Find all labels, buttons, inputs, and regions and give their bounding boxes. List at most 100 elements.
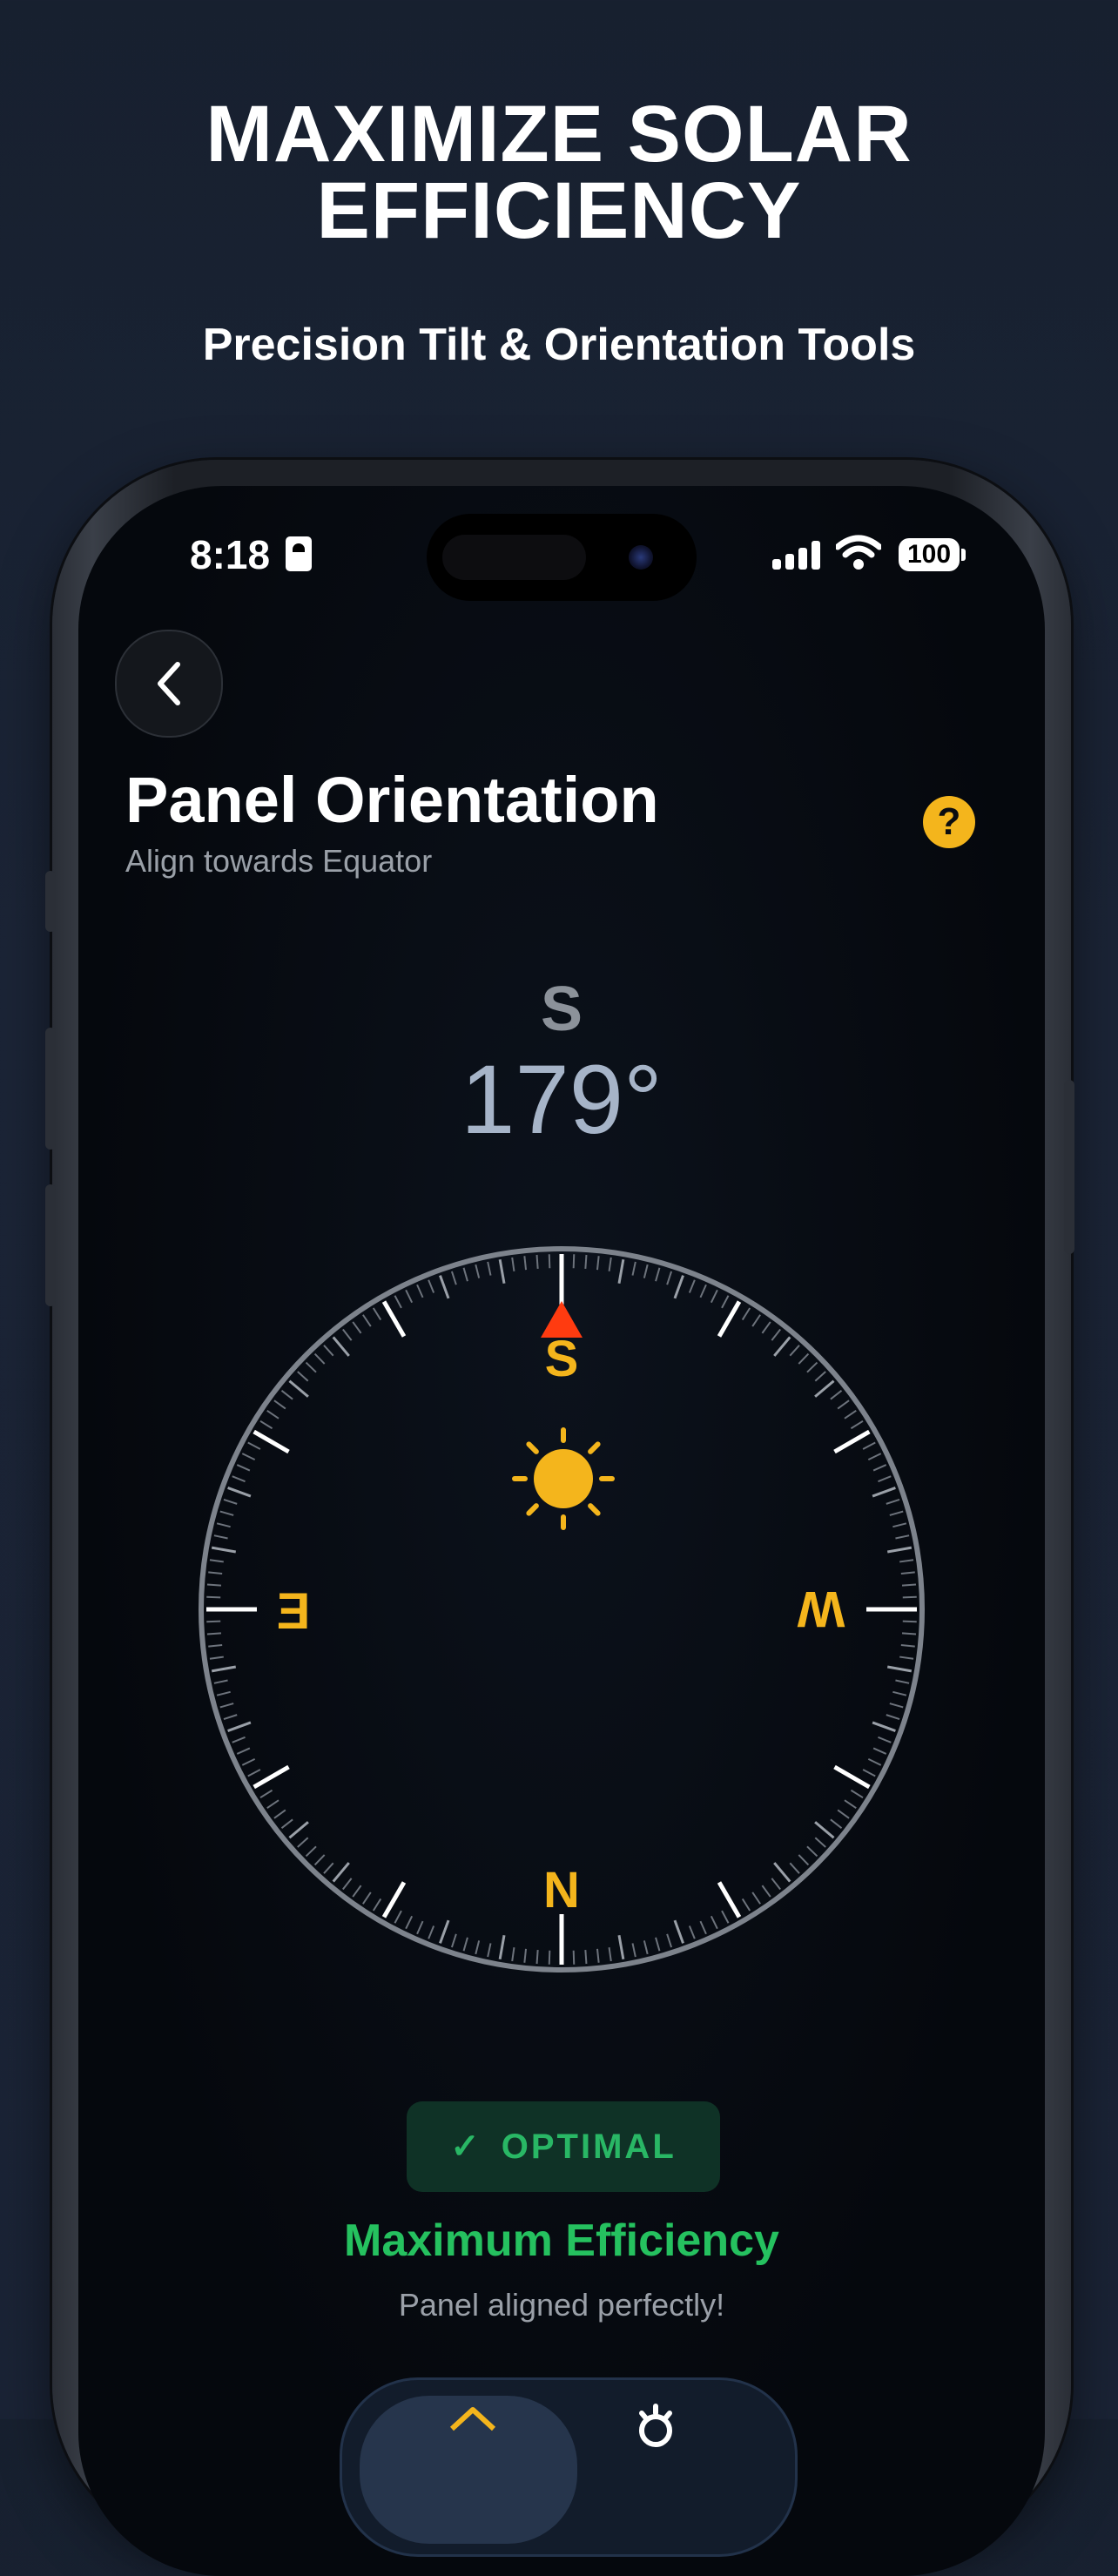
compass-tick [450,1271,457,1285]
compass-tick [886,1546,913,1554]
compass-tick [332,1336,350,1357]
compass-tick [872,1487,896,1498]
compass-tick [798,1854,810,1866]
compass-tick [462,1267,468,1282]
compass-tick [892,1522,907,1528]
compass-tick [608,1257,612,1271]
compass-tick [206,1583,222,1587]
compass-tick [631,1943,636,1958]
compass-tick [830,1390,843,1400]
compass-tick [773,1336,791,1357]
heading-direction: S [540,974,583,1044]
sun-ray [588,1441,601,1454]
compass-tick [394,1295,402,1309]
compass-tick [901,1583,917,1587]
compass-tick [241,1453,256,1461]
compass-tick [342,1328,353,1341]
compass-tick [862,1441,876,1450]
compass-tick [872,1747,887,1755]
promo-headline-line2: EFFICIENCY [316,166,802,255]
compass-tick [223,1498,238,1505]
compass-tick [721,1910,730,1924]
compass-tick [666,1933,673,1948]
compass-tick [313,1352,326,1365]
compass-tick [206,1632,222,1635]
sun-ray [588,1503,601,1516]
compass-tick [288,1821,309,1839]
compass-tick [886,1714,900,1721]
compass-tick [806,1845,818,1858]
compass-tick [475,1940,481,1955]
compass-tick [844,1799,857,1809]
compass-dial[interactable]: S E W N [196,1244,927,1975]
compass-tick [208,1571,223,1575]
page-title: Panel Orientation [125,764,659,836]
compass-tick [259,1419,273,1430]
compass-tick [771,1328,781,1341]
check-icon: ✓ [450,2128,482,2166]
status-description: Panel aligned perfectly! [398,2287,725,2323]
compass-tick [548,1254,551,1269]
compass-tick [584,1949,588,1965]
compass-tick [699,1284,707,1298]
dynamic-island [427,514,697,601]
compass-tick [247,1441,261,1450]
compass-tick [572,1254,576,1269]
compass-tick [643,1940,649,1955]
compass-tick [889,1510,904,1516]
compass-tick [899,1559,914,1563]
compass-tick [872,1464,887,1472]
help-button[interactable]: ? [923,796,975,848]
compass-tick [428,1279,435,1293]
chevron-left-icon [158,662,180,705]
compass-tick [673,1919,684,1944]
tab-home[interactable] [360,2396,577,2544]
compass-tick [617,1934,625,1960]
compass-tick [498,1934,506,1960]
back-button[interactable] [115,630,223,738]
compass-tick [721,1295,730,1309]
compass-tick [535,1254,539,1270]
battery-tip [961,549,966,561]
compass-tick [789,1345,800,1357]
compass-tick [439,1275,450,1299]
compass-tick [844,1410,857,1419]
compass-tick [631,1261,636,1276]
compass-tick [216,1522,231,1528]
compass-tick [232,1736,246,1743]
compass-tick [416,1284,424,1298]
compass-tick [596,1256,600,1271]
compass-tick [280,1818,293,1829]
phone-screen: 8:18 100 Panel Orientation Align towards… [78,486,1045,2576]
compass-tick [798,1352,810,1365]
compass-tick [814,1837,826,1848]
settings-icon[interactable] [630,2399,682,2451]
compass-tick [428,1925,435,1939]
compass-tick [498,1258,506,1285]
compass-tick [511,1947,515,1962]
compass-tick [236,1464,251,1472]
phone-side-button [45,1028,56,1150]
compass-label-s: S [545,1331,579,1387]
compass-tick [259,1789,273,1799]
compass-tick [232,1475,246,1483]
compass-tick [901,1632,917,1635]
front-camera-icon [629,545,653,570]
promo-headline: MAXIMIZE SOLAR EFFICIENCY [0,94,1118,255]
compass-tick [511,1257,515,1271]
compass-tick [305,1845,317,1858]
heading-degrees: 179° [461,1045,663,1154]
compass-tick [342,1878,353,1891]
compass-tick [462,1937,468,1952]
compass-tick [475,1264,481,1278]
compass-tick [216,1690,231,1696]
phone-side-button [45,871,56,932]
compass-tick [771,1878,781,1891]
compass-tick [886,1665,913,1673]
compass-tick [213,1679,228,1684]
compass-tick [889,1703,904,1709]
compass-tick [227,1721,252,1732]
promo-subheadline: Precision Tilt & Orientation Tools [202,320,916,370]
status-badge: ✓ OPTIMAL [407,2101,720,2192]
compass-tick [223,1714,238,1721]
